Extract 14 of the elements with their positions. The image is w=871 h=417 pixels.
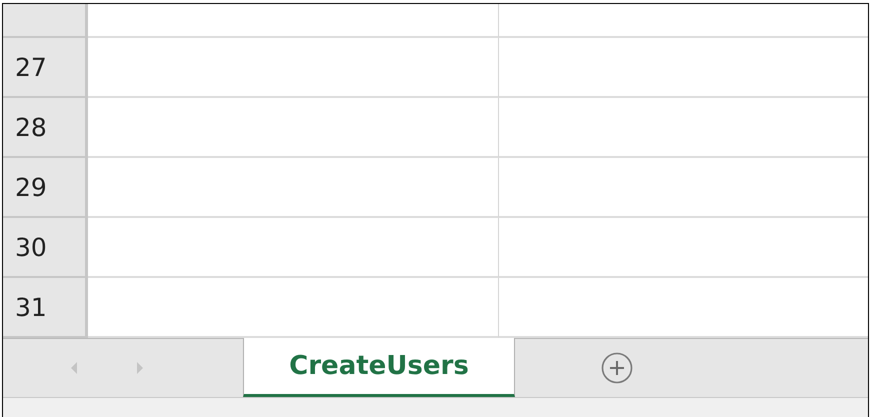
right-triangle-icon	[135, 361, 145, 375]
plus-circle-icon	[601, 352, 633, 384]
row-header[interactable]: 31	[3, 278, 88, 338]
table-cell[interactable]	[88, 38, 499, 98]
row-header[interactable]: 30	[3, 218, 88, 278]
table-cell[interactable]	[88, 4, 499, 38]
table-cell[interactable]	[88, 158, 499, 218]
table-cell[interactable]	[88, 98, 499, 158]
row-header[interactable]: 29	[3, 158, 88, 218]
row-header[interactable]: 28	[3, 98, 88, 158]
row-header[interactable]: 27	[3, 38, 88, 98]
sheet-tab[interactable]: CreateUsers	[243, 338, 515, 397]
table-cell[interactable]	[88, 218, 499, 278]
left-triangle-icon	[69, 361, 79, 375]
